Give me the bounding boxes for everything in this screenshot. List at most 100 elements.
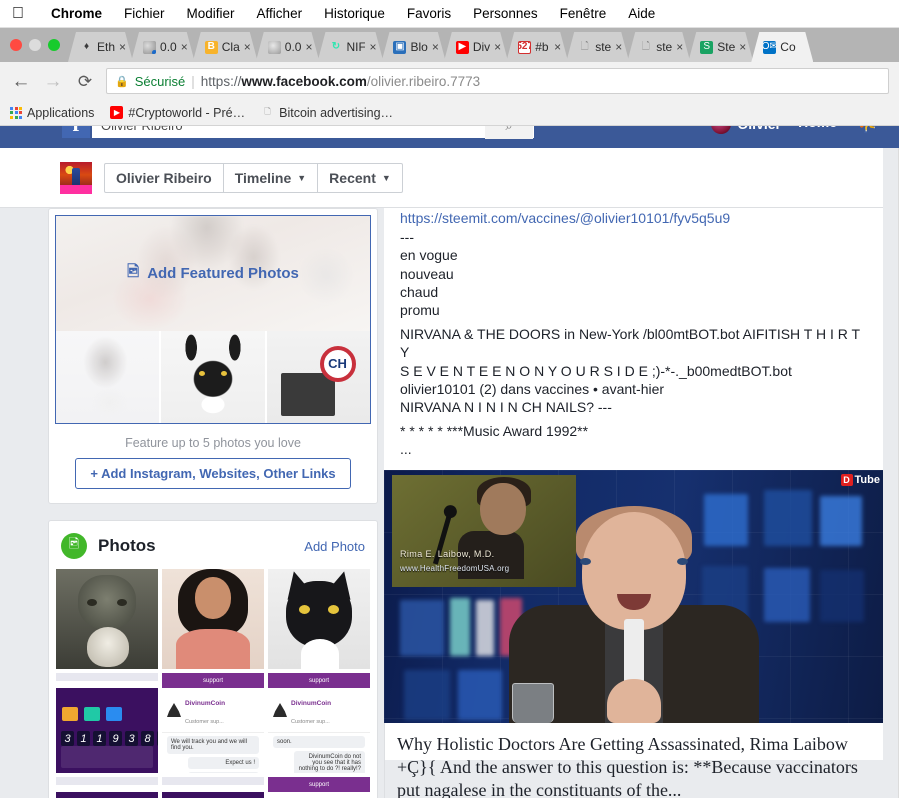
photo-thumbnail[interactable] <box>162 777 264 798</box>
chevron-down-icon[interactable]: ▼ <box>888 126 899 128</box>
post-link-url[interactable]: https://steemit.com/vaccines/@olivier101… <box>400 208 868 228</box>
forward-icon[interactable]: → <box>42 72 64 91</box>
menu-item-aide[interactable]: Aide <box>617 6 666 21</box>
profile-avatar[interactable] <box>60 161 92 194</box>
bookmark-label: Bitcoin advertising… <box>279 105 394 120</box>
menu-item-fenetre[interactable]: Fenêtre <box>549 6 618 21</box>
link-card-title: Why Holistic Doctors Are Getting Assassi… <box>397 733 858 798</box>
pip-caption-url: www.HealthFreedomUSA.org <box>400 563 510 573</box>
menu-item-personnes[interactable]: Personnes <box>462 6 549 21</box>
browser-tab[interactable]: 🗋 ste × <box>566 32 629 62</box>
close-window-button[interactable] <box>10 39 22 51</box>
featured-photo-large[interactable]: 🖻 Add Featured Photos <box>56 216 370 331</box>
video-picture-in-picture: Rima E. Laibow, M.D. www.HealthFreedomUS… <box>392 474 576 587</box>
chat-message: DivinumCoin do not you see that it has n… <box>294 751 365 773</box>
photo-thumbnail[interactable]: 3 1 1 9 3 8 3 4 <box>56 673 158 773</box>
featured-thumb[interactable] <box>56 331 160 423</box>
close-tab-icon[interactable]: × <box>432 40 439 54</box>
menu-item-favoris[interactable]: Favoris <box>396 6 462 21</box>
ethereum-icon: ♦ <box>83 41 90 52</box>
youtube-icon: ▶ <box>110 106 124 119</box>
close-tab-icon[interactable]: × <box>739 40 746 54</box>
bookmark-cryptoworld[interactable]: ▶ #Cryptoworld - Pré… <box>110 106 245 120</box>
chat-header: DivinumCoin Customer sup... <box>162 688 264 733</box>
post-video-thumbnail[interactable]: Rima E. Laibow, M.D. www.HealthFreedomUS… <box>384 469 884 723</box>
close-tab-icon[interactable]: × <box>119 40 126 54</box>
photo-thumbnail[interactable]: support DivinumCoin Customer sup... We w… <box>162 673 264 773</box>
nav-profile-name[interactable]: Olivier Ribeiro <box>105 163 224 192</box>
add-links-button[interactable]: + Add Instagram, Websites, Other Links <box>75 458 351 489</box>
omnibox-separator: | <box>191 73 195 89</box>
photo-thumbnail[interactable] <box>268 569 370 669</box>
bookmark-label: Applications <box>27 105 95 120</box>
nav-timeline-dropdown[interactable]: Timeline ▼ <box>224 163 319 192</box>
nav-label: Timeline <box>234 169 292 186</box>
youtube-icon: ▶ <box>456 41 469 54</box>
photos-title: Photos <box>98 536 156 555</box>
menu-item-fichier[interactable]: Fichier <box>113 6 176 21</box>
browser-tab-active[interactable]: O✉ Co <box>751 32 813 62</box>
photos-icon: 🖻 <box>61 533 87 559</box>
bookmark-bitcoin-advertising[interactable]: 🗋 Bitcoin advertising… <box>261 106 393 120</box>
featured-thumb[interactable]: CH <box>266 331 370 423</box>
browser-tab[interactable]: S Ste × <box>688 32 753 62</box>
address-bar[interactable]: 🔒 Sécurisé | https://www.facebook.com/ol… <box>106 68 889 94</box>
facebook-logo[interactable]: f <box>62 126 90 138</box>
post-link-card[interactable]: Why Holistic Doctors Are Getting Assassi… <box>384 722 884 798</box>
close-tab-icon[interactable]: × <box>615 40 622 54</box>
close-tab-icon[interactable]: × <box>554 40 561 54</box>
maximize-window-button[interactable] <box>48 39 60 51</box>
browser-tab[interactable]: ▶ Div × <box>444 32 508 62</box>
digit: 8 <box>141 731 155 746</box>
featured-thumb[interactable] <box>161 331 265 423</box>
friend-requests-icon[interactable]: ⛹ <box>858 126 879 134</box>
close-tab-icon[interactable]: × <box>494 40 501 54</box>
home-link[interactable]: Home <box>798 126 837 130</box>
menu-item-historique[interactable]: Historique <box>313 6 396 21</box>
photo-thumbnail[interactable] <box>162 569 264 669</box>
photo-thumbnail[interactable] <box>56 569 158 669</box>
add-featured-photos-button[interactable]: 🖻 Add Featured Photos <box>56 216 370 331</box>
featured-photos-frame[interactable]: 🖻 Add Featured Photos CH <box>55 215 371 424</box>
lock-icon: 🔒 <box>115 75 129 88</box>
apple-icon[interactable]:  <box>12 5 24 22</box>
facebook-page: f Olivier Ribeiro ⌕ Olivier Home ⛹ ▼ Oli… <box>0 126 899 798</box>
browser-tab[interactable]: ▣ Blo × <box>381 32 445 62</box>
nav-recent-dropdown[interactable]: Recent ▼ <box>318 164 402 192</box>
page-icon: 🗋 <box>264 106 271 116</box>
tab-title: NIF <box>346 40 366 54</box>
browser-tab[interactable]: 0.0 × <box>256 32 320 62</box>
photo-thumbnail[interactable]: support DivinumCoin Customer sup... soon… <box>268 673 370 773</box>
browser-tab[interactable]: 0.0 × <box>131 32 195 62</box>
menu-item-afficher[interactable]: Afficher <box>246 6 314 21</box>
bookmark-applications[interactable]: Applications <box>10 106 94 120</box>
photo-thumbnail[interactable] <box>56 777 158 798</box>
close-tab-icon[interactable]: × <box>676 40 683 54</box>
close-tab-icon[interactable]: × <box>244 40 251 54</box>
browser-tab[interactable]: 🗋 ste × <box>627 32 690 62</box>
pip-caption-name: Rima E. Laibow, M.D. <box>400 548 495 559</box>
facebook-search-input[interactable]: Olivier Ribeiro ⌕ <box>92 126 534 139</box>
profile-link[interactable]: Olivier <box>711 126 781 134</box>
search-icon[interactable]: ⌕ <box>485 126 533 139</box>
reload-icon[interactable]: ⟳ <box>74 73 96 90</box>
chat-window-title: support <box>162 673 264 688</box>
digit: 9 <box>109 731 123 746</box>
photo-thumbnail[interactable]: support DivinumCoin Customer sup... <box>268 777 370 798</box>
add-photo-button[interactable]: Add Photo <box>304 539 365 554</box>
post-line: nouveau <box>400 265 454 282</box>
browser-tab[interactable]: ↻ NIF × <box>317 32 383 62</box>
browser-tab[interactable]: ♦ Eth × <box>68 32 133 62</box>
add-photo-icon: 🖻 <box>127 263 140 280</box>
browser-tab[interactable]: 527 #b × <box>506 32 568 62</box>
close-tab-icon[interactable]: × <box>181 40 188 54</box>
spiral-icon: ↻ <box>331 41 341 52</box>
close-tab-icon[interactable]: × <box>305 40 312 54</box>
minimize-window-button[interactable] <box>29 39 41 51</box>
menu-item-modifier[interactable]: Modifier <box>176 6 246 21</box>
tab-title: 0.0 <box>160 40 177 54</box>
browser-tab[interactable]: B Cla × <box>193 32 258 62</box>
back-icon[interactable]: ← <box>10 72 32 91</box>
close-tab-icon[interactable]: × <box>369 40 376 54</box>
menu-item-chrome[interactable]: Chrome <box>40 6 113 21</box>
